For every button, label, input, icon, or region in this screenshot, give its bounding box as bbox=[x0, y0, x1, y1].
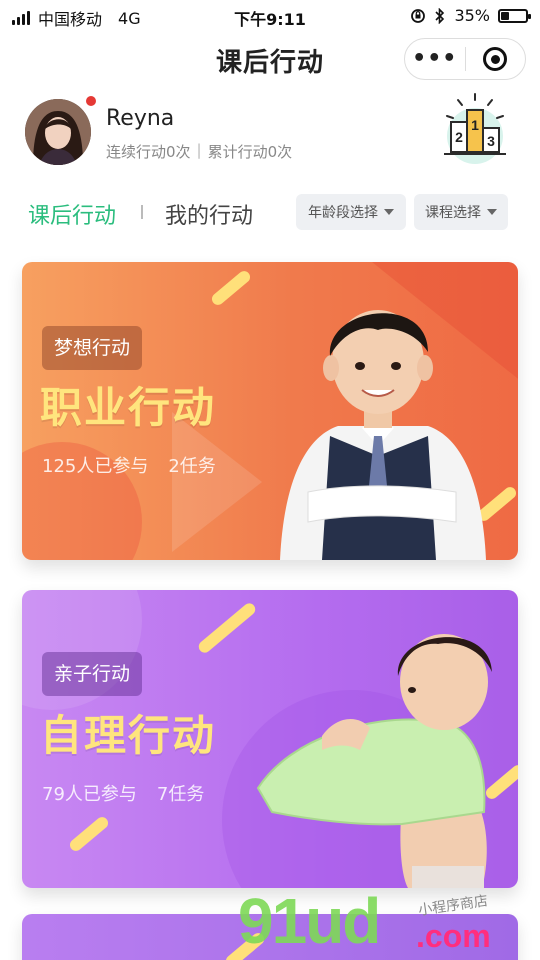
action-card-career[interactable]: 梦想行动 职业行动 125人已参与 2任务 bbox=[22, 262, 518, 560]
card-meta: 125人已参与 2任务 bbox=[42, 452, 216, 478]
card-decoration bbox=[67, 814, 111, 854]
mini-program-capsule: ••• bbox=[404, 38, 526, 80]
card-title: 职业行动 bbox=[40, 383, 217, 432]
course-filter-label: 课程选择 bbox=[425, 205, 481, 221]
caret-down-icon bbox=[384, 209, 394, 215]
card-title: 自理行动 bbox=[40, 711, 217, 760]
notification-dot bbox=[84, 94, 98, 108]
streak-count: 连续行动0次 bbox=[106, 143, 191, 161]
card-meta: 79人已参与 7任务 bbox=[42, 780, 204, 806]
podium-label-3: 3 bbox=[487, 133, 495, 149]
participant-count: 79人已参与 bbox=[42, 784, 137, 805]
close-mini-program-button[interactable] bbox=[466, 47, 526, 71]
participant-count: 125人已参与 bbox=[42, 456, 149, 477]
tab-my-actions[interactable]: 我的行动 bbox=[165, 198, 253, 230]
card-decoration bbox=[196, 600, 258, 656]
total-count: 累计行动0次 bbox=[207, 143, 293, 161]
podium-label-2: 2 bbox=[455, 129, 463, 145]
more-dots-icon[interactable]: ••• bbox=[405, 38, 465, 80]
user-name: Reyna bbox=[106, 106, 175, 131]
battery-percent: 35% bbox=[454, 6, 490, 25]
podium-label-1: 1 bbox=[471, 117, 479, 133]
task-count: 2任务 bbox=[168, 456, 216, 477]
watermark-domain: .com bbox=[416, 918, 491, 954]
card-tag: 梦想行动 bbox=[42, 326, 143, 370]
task-count: 7任务 bbox=[156, 784, 205, 805]
child-dressing-image bbox=[256, 634, 492, 888]
caret-down-icon bbox=[487, 209, 497, 215]
boy-in-vest-image bbox=[280, 310, 486, 560]
status-right: 35% bbox=[410, 6, 531, 25]
stats-separator: | bbox=[196, 141, 202, 159]
action-card-self-care[interactable]: 亲子行动 自理行动 79人已参与 7任务 bbox=[22, 590, 518, 888]
course-filter-dropdown[interactable]: 课程选择 bbox=[414, 194, 508, 230]
tab-divider bbox=[141, 205, 143, 219]
battery-icon bbox=[498, 8, 531, 23]
avatar[interactable] bbox=[25, 99, 91, 165]
target-icon bbox=[483, 47, 508, 71]
user-stats: 连续行动0次 | 累计行动0次 bbox=[106, 141, 292, 162]
watermark-brand: 91ud bbox=[238, 885, 381, 957]
card-tag: 亲子行动 bbox=[42, 652, 143, 696]
age-filter-label: 年龄段选择 bbox=[308, 205, 378, 221]
age-filter-dropdown[interactable]: 年龄段选择 bbox=[296, 194, 406, 230]
rotation-lock-icon bbox=[411, 8, 426, 23]
status-bar: 中国移动 4G 下午9:11 35% bbox=[0, 0, 540, 32]
podium-icon[interactable]: 2 1 3 bbox=[434, 92, 516, 166]
card-decoration bbox=[209, 268, 253, 308]
tab-after-school-actions[interactable]: 课后行动 bbox=[28, 198, 116, 230]
bluetooth-icon bbox=[435, 7, 445, 24]
